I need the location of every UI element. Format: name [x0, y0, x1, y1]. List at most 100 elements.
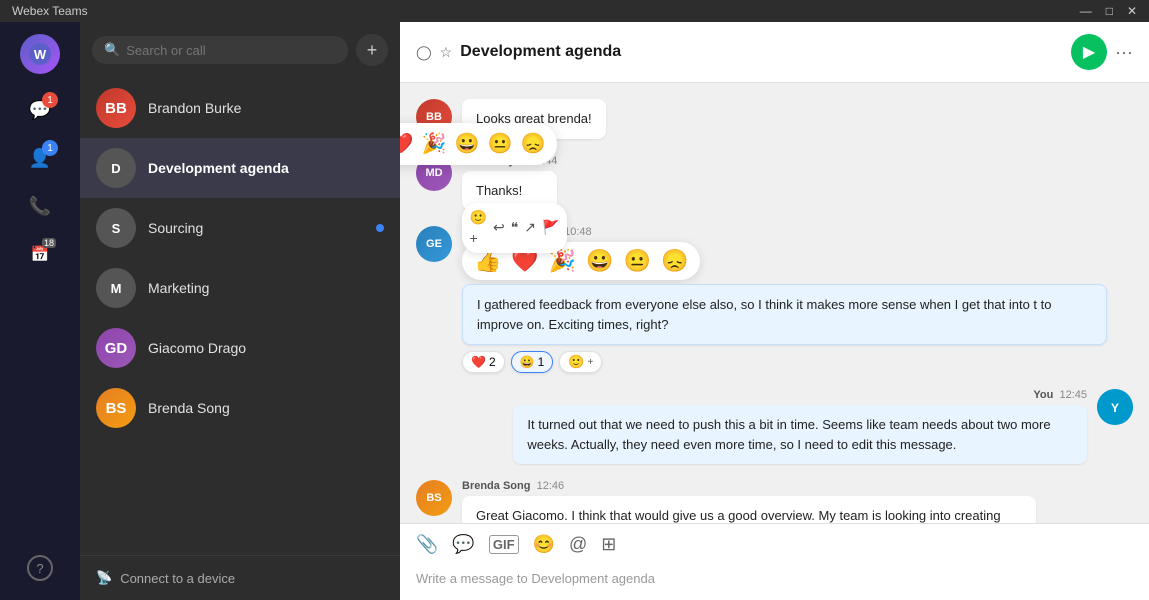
sidebar-messages-icon[interactable]: 💬 1 [20, 90, 60, 130]
message-text-2: Thanks! [476, 183, 522, 198]
whiteboard-icon[interactable]: ⊞ [601, 534, 616, 555]
msg-avatar-4: Y [1097, 389, 1133, 425]
avatar-brenda: BS [96, 388, 136, 428]
app-logo: W [20, 34, 60, 74]
close-button[interactable]: ✕ [1127, 4, 1137, 18]
react-neutral[interactable]: 😐 [488, 129, 513, 159]
quote-icon[interactable]: ❝ [511, 217, 519, 238]
message-bubble-2: 👍 ❤️ 🎉 😀 😐 😞 🙂+ ↩ ❝ [462, 171, 557, 211]
contact-item-giacomo[interactable]: GD Giacomo Drago [80, 318, 400, 378]
add-reaction-icon[interactable]: 🙂+ [470, 207, 487, 249]
contact-item-sourcing[interactable]: S Sourcing [80, 198, 400, 258]
message-time-3: 10:48 [564, 226, 592, 238]
contact-item-marketing[interactable]: M Marketing [80, 258, 400, 318]
mention-icon[interactable]: @ [569, 534, 587, 555]
message-bubble-5: Great Giacomo. I think that would give u… [462, 496, 1036, 523]
search-icon: 🔍 [104, 42, 120, 58]
react-heart[interactable]: ❤️ [400, 129, 414, 159]
video-icon: ▶ [1083, 42, 1095, 62]
reply-icon[interactable]: ↩ [493, 217, 505, 238]
messages-area: BB Looks great brenda! MD Maria Doyle 10… [400, 83, 1149, 523]
search-input[interactable] [126, 43, 336, 58]
message-group-4: Y You 12:45 It turned out that we need t… [416, 389, 1133, 464]
message-bubble-4: It turned out that we need to push this … [513, 405, 1087, 464]
sender-name-4: You [1033, 389, 1053, 401]
flag-icon[interactable]: 🚩 [542, 217, 559, 238]
contact-item-brandon[interactable]: BB Brandon Burke [80, 78, 400, 138]
forward-icon[interactable]: ↗ [524, 217, 536, 238]
msg-avatar-3: GE [416, 226, 452, 262]
attachment-icon[interactable]: 📎 [416, 534, 438, 555]
message-time-5: 12:46 [537, 480, 565, 492]
header-actions: ▶ ··· [1071, 34, 1133, 70]
sidebar-meetings-icon[interactable]: 📅 18 [20, 234, 60, 274]
reaction-add[interactable]: 🙂+ [559, 351, 602, 373]
back-icon[interactable]: ◯ [416, 44, 432, 61]
svg-text:Y: Y [1111, 401, 1119, 415]
msg-avatar-5: BS [416, 480, 452, 516]
sidebar-help-icon[interactable]: ? [20, 548, 60, 588]
emoji-icon[interactable]: 😊 [533, 534, 555, 555]
contact-item-brenda[interactable]: BS Brenda Song [80, 378, 400, 438]
chat-bubble-icon[interactable]: 💬 [452, 534, 474, 555]
picker-neutral[interactable]: 😐 [624, 248, 651, 274]
more-options-button[interactable]: ··· [1115, 42, 1133, 63]
react-party[interactable]: 🎉 [422, 129, 447, 159]
react-smile[interactable]: 😀 [455, 129, 480, 159]
contact-info-sourcing: Sourcing [148, 220, 364, 236]
sidebar-calls-icon[interactable]: 📞 [20, 186, 60, 226]
connect-device-icon: 📡 [96, 570, 112, 586]
contact-info-brandon: Brandon Burke [148, 100, 384, 116]
video-call-button[interactable]: ▶ [1071, 34, 1107, 70]
message-text-3: I gathered feedback from everyone else a… [477, 297, 1051, 332]
message-content-4: You 12:45 It turned out that we need to … [513, 389, 1087, 464]
search-input-wrap[interactable]: 🔍 [92, 36, 348, 64]
contact-name-sourcing: Sourcing [148, 220, 364, 236]
connect-device-label: Connect to a device [120, 571, 235, 586]
contacts-badge: 1 [42, 140, 58, 156]
messages-badge: 1 [42, 92, 58, 108]
avatar-giacomo: GD [96, 328, 136, 368]
message-group-5: BS Brenda Song 12:46 Great Giacomo. I th… [416, 480, 1133, 523]
contact-name-giacomo: Giacomo Drago [148, 340, 384, 356]
contact-info-marketing: Marketing [148, 280, 384, 296]
contact-panel: 🔍 + BB Brandon Burke D Developmen [80, 22, 400, 600]
message-time-4: 12:45 [1059, 389, 1087, 401]
reaction-toolbar: 👍 ❤️ 🎉 😀 😐 😞 [400, 123, 557, 165]
reaction-heart-2[interactable]: ❤️2 [462, 351, 505, 373]
contact-info-giacomo: Giacomo Drago [148, 340, 384, 356]
react-sad[interactable]: 😞 [521, 129, 546, 159]
window-titlebar: Webex Teams — □ ✕ [0, 0, 1149, 22]
reaction-smile-1[interactable]: 😀1 [511, 351, 554, 373]
window-title: Webex Teams [12, 4, 88, 18]
message-text-4: It turned out that we need to push this … [527, 417, 1050, 452]
message-content-5: Brenda Song 12:46 Great Giacomo. I think… [462, 480, 1036, 523]
app-body: W 💬 1 👤 1 📞 📅 18 ? [0, 22, 1149, 600]
gif-icon[interactable]: GIF [489, 535, 519, 554]
message-input-placeholder: Write a message to Development agenda [416, 571, 655, 586]
contact-info-devagenda: Development agenda [148, 160, 384, 176]
contact-item-devagenda[interactable]: D Development agenda [80, 138, 400, 198]
chat-footer: 📎 💬 GIF 😊 @ ⊞ Write a message to Develop… [400, 523, 1149, 600]
window-controls: — □ ✕ [1080, 4, 1137, 18]
picker-smile[interactable]: 😀 [586, 248, 613, 274]
add-button[interactable]: + [356, 34, 388, 66]
search-bar: 🔍 + [80, 22, 400, 78]
unread-dot-sourcing [376, 224, 384, 232]
contact-info-brenda: Brenda Song [148, 400, 384, 416]
message-bubble-3: I gathered feedback from everyone else a… [462, 284, 1107, 345]
sender-name-5: Brenda Song [462, 480, 530, 492]
maximize-button[interactable]: □ [1106, 4, 1113, 18]
star-icon[interactable]: ☆ [440, 44, 453, 61]
message-content-2: Maria Doyle 10:44 👍 ❤️ 🎉 😀 😐 [462, 155, 557, 211]
picker-sad[interactable]: 😞 [661, 248, 688, 274]
action-toolbar: 🙂+ ↩ ❝ ↗ 🚩 [462, 203, 568, 253]
minimize-button[interactable]: — [1080, 4, 1092, 18]
message-input-area[interactable]: Write a message to Development agenda [416, 561, 1133, 600]
sidebar-contacts-icon[interactable]: 👤 1 [20, 138, 60, 178]
connect-device-button[interactable]: 📡 Connect to a device [80, 555, 400, 600]
contact-list: BB Brandon Burke D Development agenda S [80, 78, 400, 555]
contact-name-brandon: Brandon Burke [148, 100, 384, 116]
message-reactions-3: ❤️2 😀1 🙂+ [462, 351, 1107, 373]
contact-name-marketing: Marketing [148, 280, 384, 296]
